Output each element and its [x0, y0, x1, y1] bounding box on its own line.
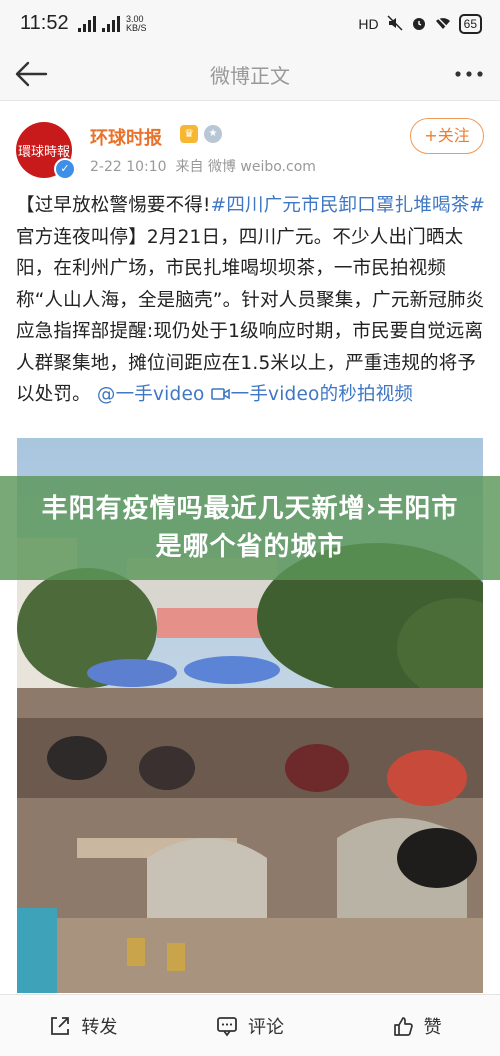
- page-title: 微博正文: [210, 64, 290, 88]
- follow-button[interactable]: +关注: [410, 118, 484, 154]
- nav-bar: 微博正文: [0, 48, 500, 101]
- overlay-headline: 丰阳有疫情吗最近几天新增›丰阳市是哪个省的城市: [41, 494, 459, 562]
- signal-icon-2: [102, 16, 120, 32]
- post-text-intro: 【过早放松警惕要不得!: [16, 195, 211, 216]
- medal-badge-icon: ★: [204, 125, 222, 143]
- status-bar: 11:52 3.00 KB/S HD 65: [0, 0, 500, 48]
- video-link[interactable]: 一手video的秒拍视频: [210, 384, 414, 405]
- like-label: 赞: [423, 1016, 442, 1038]
- comment-icon: [217, 1016, 237, 1036]
- alarm-icon: [411, 15, 427, 34]
- wifi-off-icon: [435, 15, 451, 34]
- repost-label: 转发: [81, 1016, 118, 1038]
- post-date: 2-22 10:10: [90, 159, 167, 175]
- status-left-icons: 3.00 KB/S: [78, 15, 147, 33]
- action-bar: 转发 评论 赞: [0, 994, 500, 1056]
- signal-icon: [78, 16, 96, 32]
- crown-badge-icon: ♛: [180, 125, 198, 143]
- comment-label: 评论: [248, 1016, 284, 1038]
- comment-button[interactable]: 评论: [167, 995, 334, 1056]
- source-prefix: 来自: [175, 159, 204, 175]
- video-camera-icon: [210, 388, 230, 400]
- network-speed: 3.00 KB/S: [126, 15, 147, 33]
- battery-indicator: 65: [458, 14, 482, 34]
- verified-badge-icon: ✓: [54, 158, 76, 180]
- more-options-icon[interactable]: [452, 62, 486, 86]
- status-right-icons: HD 65: [358, 14, 482, 34]
- mute-icon: [387, 14, 403, 34]
- like-button[interactable]: 赞: [333, 995, 500, 1056]
- status-time: 11:52: [20, 12, 69, 34]
- repost-icon: [51, 1016, 70, 1035]
- overlay-banner: 丰阳有疫情吗最近几天新增›丰阳市是哪个省的城市: [0, 476, 500, 580]
- post-meta: 2-22 10:10 来自 微博 weibo.com: [90, 156, 316, 176]
- thumbs-up-icon: [393, 1016, 413, 1036]
- avatar-logo-text: 環球時報: [17, 144, 70, 160]
- mention-link[interactable]: @一手video: [97, 384, 205, 405]
- repost-button[interactable]: 转发: [0, 995, 167, 1056]
- network-speed-unit: KB/S: [126, 23, 147, 33]
- post-body: 【过早放松警惕要不得!#四川广元市民卸口罩扎堆喝茶# 官方连夜叫停】2月21日，…: [16, 190, 486, 411]
- hd-indicator: HD: [358, 16, 379, 32]
- post-source: 微博 weibo.com: [207, 159, 316, 175]
- post-text-main: 官方连夜叫停】2月21日，四川广元。不少人出门晒太阳，在利州广场，市民扎堆喝坝坝…: [16, 226, 485, 406]
- author-badges: ♛ ★: [180, 125, 222, 143]
- video-link-text: 一手video的秒拍视频: [230, 384, 414, 405]
- author-name[interactable]: 环球时报: [90, 124, 162, 150]
- hashtag-link[interactable]: #四川广元市民卸口罩扎堆喝茶#: [211, 195, 486, 216]
